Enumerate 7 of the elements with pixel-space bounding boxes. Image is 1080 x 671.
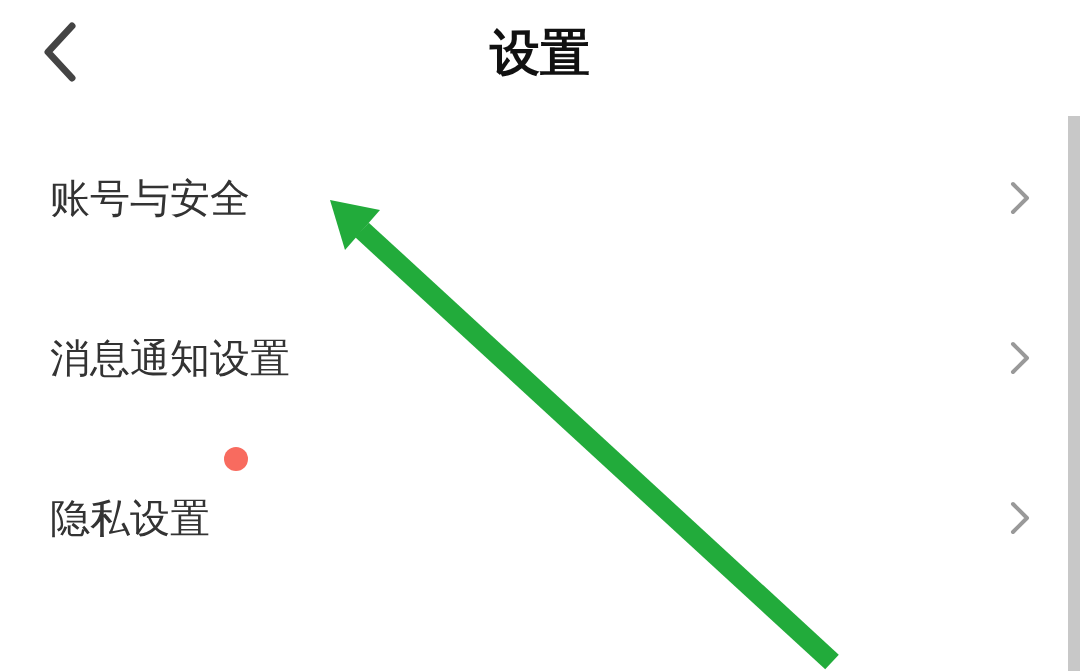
chevron-icon <box>1008 340 1032 376</box>
item-label: 账号与安全 <box>50 173 250 223</box>
item-label: 隐私设置 <box>50 490 210 546</box>
chevron-icon <box>1008 500 1032 536</box>
page-title: 设置 <box>490 22 590 84</box>
item-label: 消息通知设置 <box>50 333 290 383</box>
chevron-icon <box>1008 180 1032 216</box>
